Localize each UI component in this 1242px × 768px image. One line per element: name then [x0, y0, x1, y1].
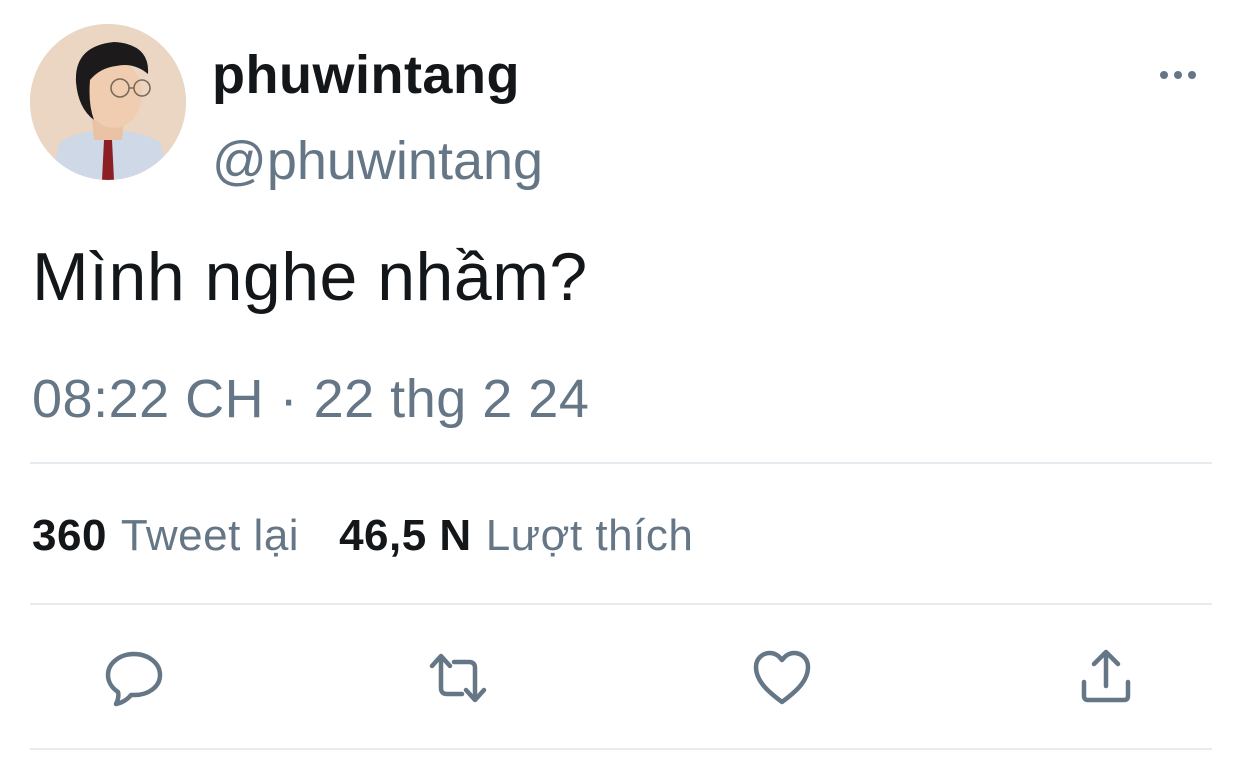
user-handle[interactable]: @phuwintang	[212, 126, 543, 196]
tweet-text: Mình nghe nhầm?	[32, 239, 588, 315]
reply-button[interactable]	[104, 648, 164, 708]
avatar[interactable]	[30, 24, 186, 180]
avatar-image	[30, 24, 186, 180]
more-horizontal-icon	[1160, 71, 1196, 79]
divider	[30, 748, 1212, 750]
likes-count: 46,5 N	[339, 511, 472, 560]
heart-icon	[753, 650, 811, 705]
retweets-stat[interactable]: 360 Tweet lại	[32, 511, 299, 560]
divider	[30, 603, 1212, 605]
likes-stat[interactable]: 46,5 N Lượt thích	[339, 511, 693, 560]
divider	[30, 462, 1212, 464]
retweets-label: Tweet lại	[120, 511, 300, 560]
like-button[interactable]	[752, 648, 812, 708]
share-button[interactable]	[1076, 648, 1136, 708]
retweet-button[interactable]	[428, 648, 488, 708]
retweet-icon	[429, 653, 487, 703]
tweet-card: phuwintang @phuwintang Mình nghe nhầm? 0…	[0, 0, 1242, 768]
likes-label: Lượt thích	[485, 511, 694, 560]
retweets-count: 360	[32, 511, 107, 560]
engagement-stats: 360 Tweet lại 46,5 N Lượt thích	[32, 504, 693, 568]
display-name[interactable]: phuwintang	[212, 40, 520, 110]
reply-icon	[105, 651, 163, 707]
tweet-timestamp[interactable]: 08:22 CH · 22 thg 2 24	[32, 364, 589, 434]
share-icon	[1081, 649, 1131, 703]
more-options-button[interactable]	[1156, 60, 1204, 90]
